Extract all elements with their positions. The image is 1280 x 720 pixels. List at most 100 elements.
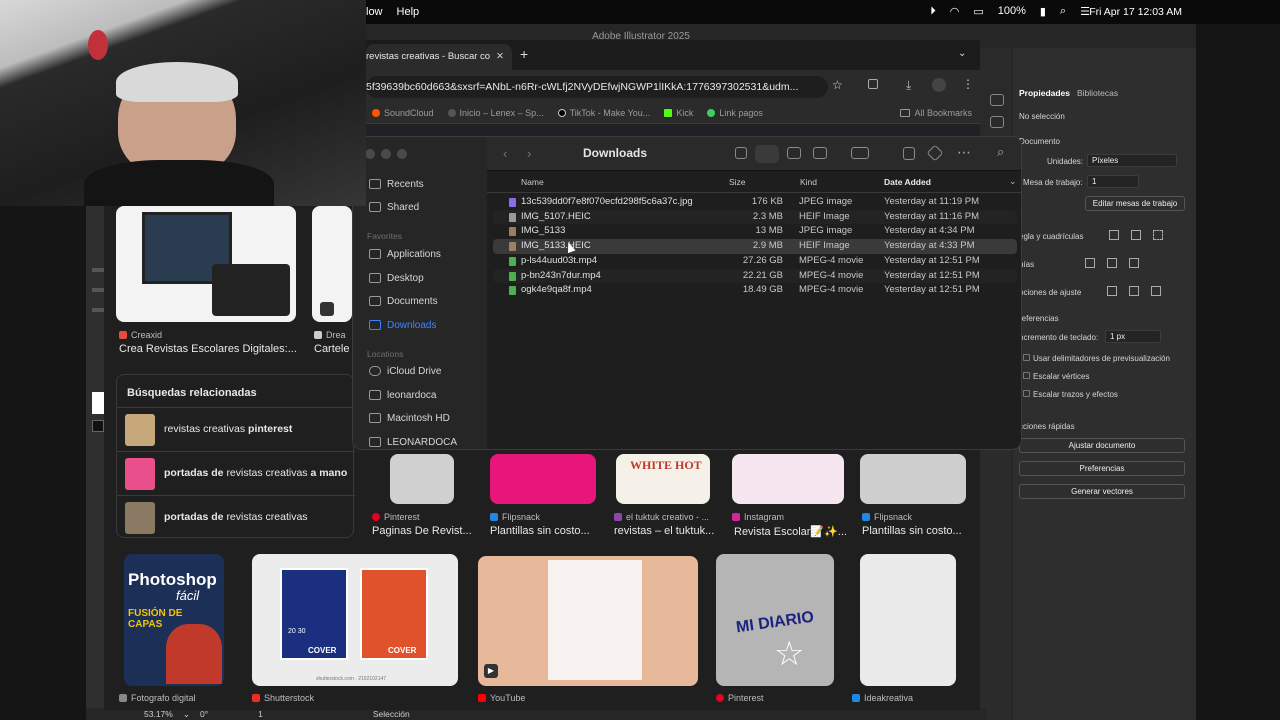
battery-icon[interactable]: ▮ (1040, 5, 1046, 18)
back-icon[interactable]: ‹ (503, 146, 507, 161)
grid-icon[interactable] (1131, 230, 1141, 240)
guides-icon[interactable] (1085, 258, 1095, 268)
checkbox[interactable] (1023, 390, 1030, 397)
all-bookmarks[interactable]: All Bookmarks (900, 108, 972, 118)
image-result[interactable] (860, 454, 966, 504)
zoom-level[interactable]: 53.17% (144, 709, 173, 719)
image-result[interactable]: Photoshop fácil FUSIÓN DE CAPAS (124, 554, 224, 686)
panel-icon[interactable] (990, 94, 1004, 106)
gallery-view-icon[interactable] (813, 147, 827, 159)
image-result[interactable]: ▶ (478, 556, 698, 686)
result-caption[interactable]: Cartele (314, 343, 349, 355)
artboard-select[interactable]: 1 (1087, 175, 1139, 188)
column-kind[interactable]: Kind (800, 177, 817, 187)
panel-icon[interactable] (990, 116, 1004, 128)
chevron-down-icon[interactable]: ⌄ (183, 709, 190, 720)
smart-guides-icon[interactable] (1107, 258, 1117, 268)
battery-percent[interactable]: 100% (998, 5, 1026, 18)
sidebar-item-macintosh-hd[interactable]: Macintosh HD (367, 408, 481, 428)
preferences-button[interactable]: Preferencias (1019, 461, 1185, 476)
profile-avatar[interactable] (932, 78, 946, 92)
menu-item-window[interactable]: low (366, 6, 383, 18)
list-view-button[interactable] (755, 145, 779, 163)
image-result[interactable] (312, 206, 352, 322)
file-row[interactable]: p-ls44uud03t.mp4 27.26 GB MPEG-4 movie Yest… (493, 254, 1017, 269)
result-caption[interactable]: Plantillas sin costo... (490, 525, 590, 537)
sidebar-item-documents[interactable]: Documents (367, 291, 481, 311)
snap-pixel-icon[interactable] (1129, 286, 1139, 296)
menubar-clock[interactable]: Fri Apr 17 12:03 AM (1089, 6, 1182, 18)
rotation-value[interactable]: 0° (200, 709, 208, 719)
bookmark-link-pagos[interactable]: Link pagos (707, 108, 763, 118)
fill-swatch[interactable] (92, 392, 104, 414)
bookmark-soundcloud[interactable]: SoundCloud (372, 108, 434, 118)
checkbox[interactable] (1023, 354, 1030, 361)
icon-view-icon[interactable] (735, 147, 747, 159)
image-result[interactable] (732, 454, 844, 504)
file-row[interactable]: p-bn243n7dur.mp4 22.21 GB MPEG-4 movie Yest… (493, 268, 1017, 284)
image-result[interactable]: WHITE HOT (616, 454, 710, 504)
search-icon[interactable]: ⌕ (997, 144, 1004, 160)
fit-document-button[interactable]: Ajustar documento (1019, 438, 1185, 453)
checkbox[interactable] (1023, 372, 1030, 379)
sidebar-item-leonardoca[interactable]: leonardoca (367, 385, 481, 405)
column-date-added[interactable]: Date Added (884, 177, 931, 187)
units-select[interactable]: Píxeles (1087, 154, 1177, 167)
file-row[interactable]: 13c539dd0f7e8f070ecfd298f5c6a37c.jpg 176 … (493, 195, 1017, 210)
sidebar-item-icloud[interactable]: iCloud Drive (367, 361, 481, 381)
download-icon[interactable]: ⤓ (906, 78, 911, 93)
spotlight-icon[interactable]: ⌕ (1060, 5, 1066, 18)
menu-kebab-icon[interactable]: ⋮ (962, 77, 974, 91)
sidebar-item-downloads[interactable]: Downloads (367, 315, 481, 335)
bookmark-tiktok[interactable]: TikTok - Make You... (557, 108, 650, 118)
extensions-icon[interactable] (868, 79, 878, 89)
group-by-icon[interactable] (851, 147, 869, 159)
related-item[interactable]: portadas de revistas creativas a mano (117, 451, 355, 495)
image-result[interactable] (860, 554, 956, 686)
sidebar-item-shared[interactable]: Shared (367, 197, 481, 217)
image-result[interactable] (116, 206, 296, 322)
share-icon[interactable] (903, 147, 915, 160)
tab-search-icon[interactable]: ⌄ (958, 48, 966, 59)
tab-libraries[interactable]: Bibliotecas (1077, 88, 1118, 98)
column-name[interactable]: Name (521, 177, 544, 187)
image-result[interactable] (390, 454, 454, 504)
play-icon[interactable]: ⏵ (930, 5, 936, 18)
stroke-swatch[interactable] (92, 420, 104, 432)
snap-glyph-icon[interactable] (1151, 286, 1161, 296)
more-icon[interactable]: ⋯ (957, 144, 971, 161)
sidebar-item-applications[interactable]: Applications (367, 244, 481, 264)
result-caption[interactable]: Paginas De Revist... (372, 525, 472, 537)
browser-tab-active[interactable]: revistas creativas - Buscar co ✕ (366, 44, 512, 70)
result-caption[interactable]: Revista Escolar📝✨... (734, 525, 847, 538)
artboard-number[interactable]: 1 (258, 709, 263, 719)
file-row[interactable]: IMG_5133 13 MB JPEG image Yesterday at 4:34… (493, 224, 1017, 239)
close-button[interactable] (365, 149, 375, 159)
sidebar-item-recents[interactable]: Recents (367, 174, 481, 194)
menu-item-help[interactable]: Help (397, 6, 420, 18)
bookmark-lenex[interactable]: Inicio – Lenex – Sp... (447, 108, 544, 118)
ruler-icon[interactable] (1109, 230, 1119, 240)
sort-chevron-icon[interactable]: ⌄ (1009, 176, 1017, 187)
sidebar-item-desktop[interactable]: Desktop (367, 268, 481, 288)
pixel-grid-icon[interactable] (1153, 230, 1163, 240)
image-result[interactable]: 20 30 COVER COVER shutterstock.com · 219… (252, 554, 458, 686)
tag-icon[interactable] (926, 144, 944, 162)
edit-artboards-button[interactable]: Editar mesas de trabajo (1085, 196, 1185, 211)
zoom-button[interactable] (397, 149, 407, 159)
url-input[interactable]: 5f39639bc60d663&sxsrf=ANbL-n6Rr-cWLfj2NV… (366, 76, 828, 98)
generate-vectors-button[interactable]: Generar vectores (1019, 484, 1185, 499)
lock-guides-icon[interactable] (1129, 258, 1139, 268)
tab-properties[interactable]: Propiedades (1019, 88, 1070, 98)
new-tab-button[interactable]: + (520, 46, 528, 62)
snap-point-icon[interactable] (1107, 286, 1117, 296)
minimize-button[interactable] (381, 149, 391, 159)
image-result[interactable] (490, 454, 596, 504)
file-row[interactable]: IMG_5107.HEIC 2.3 MB HEIF Image Yesterday a… (493, 209, 1017, 225)
result-caption[interactable]: Plantillas sin costo... (862, 525, 962, 537)
keyboard-increment-input[interactable]: 1 px (1105, 330, 1161, 343)
image-result[interactable]: MI DIARIO ☆ (716, 554, 834, 686)
wifi-icon[interactable]: ◠ (950, 5, 960, 18)
related-item[interactable]: portadas de revistas creativas (117, 495, 355, 539)
close-tab-icon[interactable]: ✕ (496, 44, 504, 70)
